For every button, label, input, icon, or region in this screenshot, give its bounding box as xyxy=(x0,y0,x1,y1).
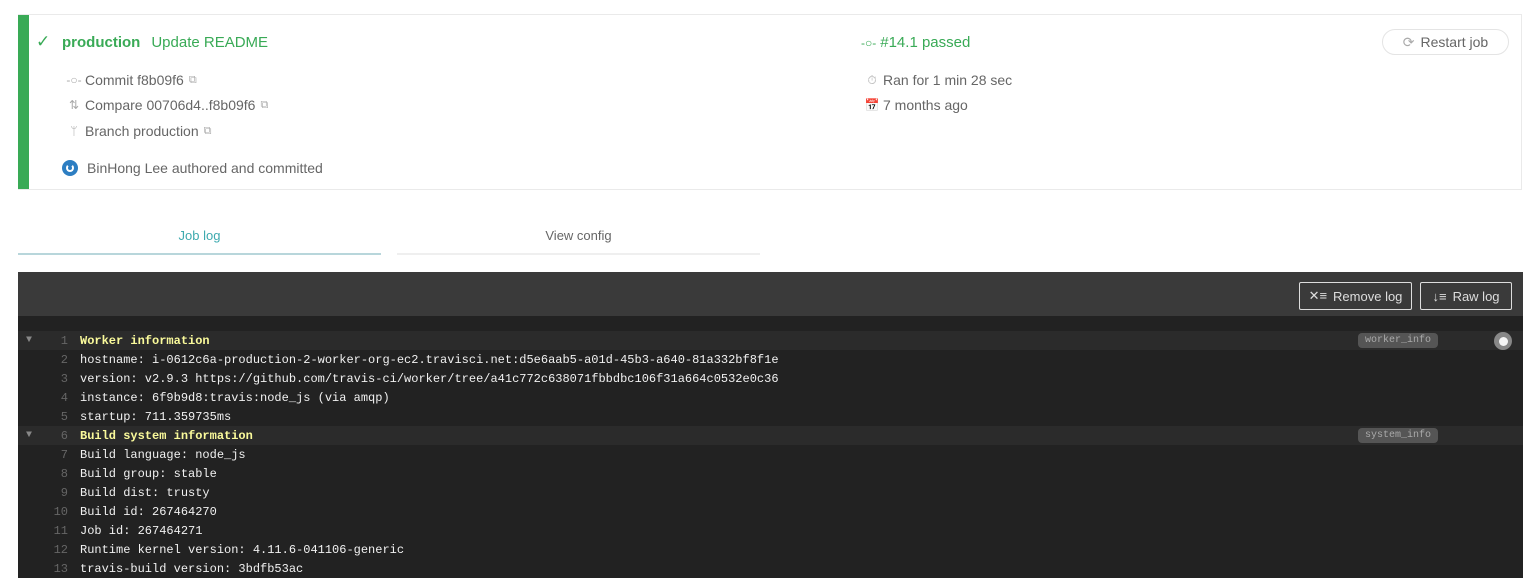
line-text: Build language: node_js xyxy=(80,447,246,462)
line-number[interactable]: 1 xyxy=(42,334,68,348)
fold-toggle-icon[interactable]: ▼ xyxy=(18,430,42,441)
line-text: Build group: stable xyxy=(80,466,217,481)
line-number[interactable]: 8 xyxy=(42,467,68,481)
log-fold-header[interactable]: ▼ 6 Build system information system_info xyxy=(18,426,1523,445)
job-status[interactable]: -○- #14.1 passed xyxy=(861,34,970,51)
line-text: travis-build version: 3bdfb53ac xyxy=(80,561,304,576)
job-status-label[interactable]: #14.1 passed xyxy=(880,34,970,51)
commit-icon: -○- xyxy=(66,73,82,87)
log-line: 12 Runtime kernel version: 4.11.6-041106-… xyxy=(18,540,1523,559)
line-text: Worker information xyxy=(80,333,210,348)
log-line: 5 startup: 711.359735ms xyxy=(18,407,1523,426)
line-number[interactable]: 10 xyxy=(42,505,68,519)
branch-icon: ᛘ xyxy=(70,124,78,138)
raw-log-icon: ↓≡ xyxy=(1432,288,1447,304)
line-number[interactable]: 5 xyxy=(42,410,68,424)
log-line: 7 Build language: node_js xyxy=(18,445,1523,464)
log-line: 11 Job id: 267464271 xyxy=(18,521,1523,540)
line-text: Build dist: trusty xyxy=(80,485,210,500)
log-line: 8 Build group: stable xyxy=(18,464,1523,483)
stopwatch-icon: ⏱ xyxy=(867,72,877,87)
build-status-icon: -○- xyxy=(861,35,877,50)
branch-link[interactable]: ᛘ Branch production ⧉ xyxy=(63,123,212,139)
line-text: version: v2.9.3 https://github.com/travi… xyxy=(80,371,779,386)
line-number[interactable]: 3 xyxy=(42,372,68,386)
line-number[interactable]: 4 xyxy=(42,391,68,405)
job-log: ✕≡ Remove log ↓≡ Raw log ▼ 1 Worker inform… xyxy=(18,272,1523,578)
avatar xyxy=(62,160,78,176)
compare-label[interactable]: Compare 00706d4..f8b09f6 xyxy=(85,97,255,113)
job-summary: ✓ production Update README -○- Commit f8… xyxy=(18,14,1522,190)
log-fold-header[interactable]: ▼ 1 Worker information worker_info xyxy=(18,331,1523,350)
line-text: startup: 711.359735ms xyxy=(80,409,232,424)
log-line: 4 instance: 6f9b9d8:travis:node_js (via a… xyxy=(18,388,1523,407)
external-link-icon: ⧉ xyxy=(260,98,269,111)
line-text: hostname: i-0612c6a-production-2-worker-… xyxy=(80,352,779,367)
job-tabs: Job log View config xyxy=(18,224,760,255)
line-number[interactable]: 12 xyxy=(42,543,68,557)
commit-label[interactable]: Commit f8b09f6 xyxy=(85,72,184,88)
commit-link[interactable]: -○- Commit f8b09f6 ⧉ xyxy=(63,72,197,88)
tab-view-config[interactable]: View config xyxy=(397,224,760,255)
tab-job-log[interactable]: Job log xyxy=(18,224,381,255)
finished-label: 7 months ago xyxy=(883,97,968,113)
line-number[interactable]: 2 xyxy=(42,353,68,367)
log-line: 10 Build id: 267464270 xyxy=(18,502,1523,521)
status-bar xyxy=(18,15,29,189)
line-text: Build system information xyxy=(80,428,253,443)
duration-label: Ran for 1 min 28 sec xyxy=(883,72,1013,88)
fold-tag: system_info xyxy=(1358,428,1439,443)
check-icon: ✓ xyxy=(36,32,51,51)
line-number[interactable]: 9 xyxy=(42,486,68,500)
restart-label: Restart job xyxy=(1420,34,1489,50)
remove-log-label: Remove log xyxy=(1333,288,1403,304)
compare-link[interactable]: ⇅ Compare 00706d4..f8b09f6 ⧉ xyxy=(63,97,268,113)
line-text: Build id: 267464270 xyxy=(80,504,217,519)
compare-icon: ⇅ xyxy=(68,98,80,112)
log-lines: ▼ 1 Worker information worker_info 2 hostname… xyxy=(18,316,1523,578)
branch-label[interactable]: Branch production xyxy=(85,123,199,139)
line-text: Job id: 267464271 xyxy=(80,523,203,538)
line-number[interactable]: 11 xyxy=(42,524,68,538)
remove-log-icon: ✕≡ xyxy=(1308,288,1328,303)
author-info: BinHong Lee authored and committed xyxy=(62,160,323,176)
remove-log-button[interactable]: ✕≡ Remove log xyxy=(1299,282,1412,310)
calendar-icon: 📅 xyxy=(864,98,880,112)
commit-message: Update README xyxy=(151,33,269,51)
line-text: instance: 6f9b9d8:travis:node_js (via am… xyxy=(80,390,390,405)
finished-at: 📅 7 months ago xyxy=(861,97,968,113)
raw-log-label: Raw log xyxy=(1452,288,1500,304)
log-toolbar: ✕≡ Remove log ↓≡ Raw log xyxy=(18,272,1523,316)
external-link-icon: ⧉ xyxy=(188,73,197,86)
raw-log-button[interactable]: ↓≡ Raw log xyxy=(1420,282,1512,310)
restart-job-button[interactable]: ⟳ Restart job xyxy=(1382,29,1509,55)
log-line: 2 hostname: i-0612c6a-production-2-worker… xyxy=(18,350,1523,369)
line-number[interactable]: 6 xyxy=(42,429,68,443)
follow-log-toggle[interactable] xyxy=(1494,332,1512,350)
job-title: ✓ production Update README xyxy=(36,32,268,52)
duration: ⏱ Ran for 1 min 28 sec xyxy=(861,72,1012,88)
fold-tag: worker_info xyxy=(1358,333,1439,348)
line-number[interactable]: 13 xyxy=(42,562,68,576)
restart-icon: ⟳ xyxy=(1402,33,1415,50)
fold-toggle-icon[interactable]: ▼ xyxy=(18,335,42,346)
branch-name[interactable]: production xyxy=(62,34,140,51)
external-link-icon: ⧉ xyxy=(203,124,212,137)
log-line: 9 Build dist: trusty xyxy=(18,483,1523,502)
line-text: Runtime kernel version: 4.11.6-041106-ge… xyxy=(80,542,405,557)
log-line: 3 version: v2.9.3 https://github.com/trav… xyxy=(18,369,1523,388)
log-line: 13 travis-build version: 3bdfb53ac xyxy=(18,559,1523,578)
author-text: BinHong Lee authored and committed xyxy=(87,160,323,176)
line-number[interactable]: 7 xyxy=(42,448,68,462)
